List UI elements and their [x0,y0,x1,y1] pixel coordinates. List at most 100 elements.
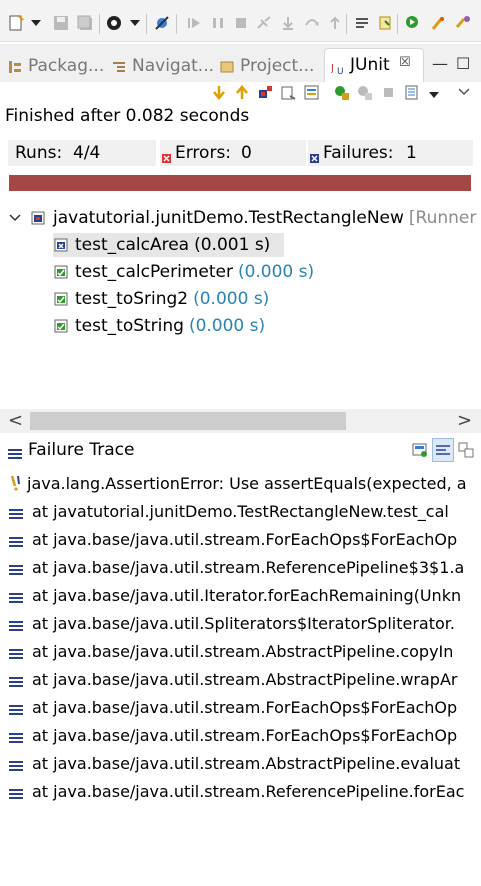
tab-project-explorer[interactable]: Project... [220,52,314,80]
test-passed-icon [53,291,69,307]
trace-line: at java.base/java.util.Iterator.forEachR… [32,585,462,605]
compare-result-icon[interactable] [412,442,429,463]
step-return-icon[interactable] [327,15,343,31]
stack-frame-icon [9,533,23,547]
drop-to-frame-icon[interactable] [354,15,370,31]
scrollbar-thumb[interactable] [30,412,346,430]
save-all-icon[interactable] [77,15,93,31]
rerun-test-icon[interactable] [333,84,350,101]
terminate-icon[interactable] [233,15,249,31]
previous-failure-icon[interactable] [234,84,251,101]
close-tab-icon[interactable]: ☒ [399,55,411,70]
test-time: (0.001 s) [194,235,271,255]
trace-row[interactable]: at javatutorial.junitDemo.TestRectangleN… [0,498,481,524]
runs-label: Runs: [15,143,63,163]
save-icon[interactable] [53,15,69,31]
stack-trace-icon [8,445,22,464]
external-tools-icon[interactable] [430,15,446,31]
step-over-icon[interactable] [304,15,320,31]
test-passed-icon [53,264,69,280]
new-icon[interactable] [8,15,24,31]
rerun-failures-first-icon[interactable] [356,84,373,101]
trace-row[interactable]: at java.base/java.util.stream.ReferenceP… [0,778,481,804]
trace-line: at java.base/java.util.stream.ForEachOps… [32,529,458,549]
tree-test-row[interactable]: test_toString (0.000 s) [53,314,265,338]
test-name: test_toSring2 [75,289,189,309]
test-run-history-icon[interactable] [403,84,420,101]
show-failures-only-icon[interactable] [257,84,274,101]
test-failed-icon [53,237,69,253]
step-into-icon[interactable] [280,15,296,31]
stack-frame-icon [9,757,23,771]
failure-trace-header: Failure Trace [0,438,481,464]
tree-test-row[interactable]: test_calcPerimeter (0.000 s) [53,260,314,284]
resume-icon[interactable] [186,15,202,31]
trace-row[interactable]: at java.base/java.util.stream.ReferenceP… [0,554,481,580]
copy-trace-icon[interactable] [458,442,475,463]
stack-frame-icon [9,589,23,603]
junit-icon: JU [330,60,345,79]
trace-line: at java.base/java.util.stream.ForEachOps… [32,725,458,745]
test-time: (0.000 s) [193,289,270,309]
chevron-down-icon[interactable] [9,208,21,228]
tab-package-explorer[interactable]: Packag... [8,52,104,80]
next-failure-icon[interactable] [211,84,228,101]
minimize-view-icon[interactable]: — [432,54,448,73]
suspend-icon[interactable] [210,15,226,31]
navigator-icon [112,59,126,73]
test-tree: javatutorial.junitDemo.TestRectangleNew … [0,204,481,404]
tab-junit[interactable]: JU JUnit ☒ [324,48,424,82]
svg-text:U: U [337,67,344,75]
stack-frame-icon [9,505,23,519]
tree-test-row[interactable]: test_calcArea (0.001 s) [53,233,285,257]
tab-label: Navigat... [132,56,215,76]
suite-runner: [Runner [408,208,477,228]
disconnect-icon[interactable] [256,15,272,31]
trace-row[interactable]: at java.base/java.util.Iterator.forEachR… [0,582,481,608]
scroll-left-icon[interactable]: < [8,410,23,431]
history-dropdown-icon[interactable] [429,92,439,98]
view-menu-icon[interactable] [456,84,473,101]
trace-row[interactable]: at java.base/java.util.stream.ForEachOps… [0,526,481,552]
tree-test-row[interactable]: test_toSring2 (0.000 s) [53,287,269,311]
stack-frame-icon [9,645,23,659]
trace-line: java.lang.AssertionError: Use assertEqua… [27,473,467,493]
toolbar-separator [146,14,147,34]
test-passed-icon [53,318,69,334]
trace-row[interactable]: at java.base/java.util.Spliterators$Iter… [0,610,481,636]
test-name: test_calcArea [75,235,190,255]
scroll-right-icon[interactable]: > [457,410,472,431]
maximize-view-icon[interactable]: ☐ [456,54,470,73]
test-name: test_calcPerimeter [75,262,233,282]
trace-row[interactable]: at java.base/java.util.stream.AbstractPi… [0,750,481,776]
debug-dropdown-icon[interactable] [130,20,140,26]
tab-navigator[interactable]: Navigat... [112,52,214,80]
trace-row[interactable]: at java.base/java.util.stream.AbstractPi… [0,638,481,664]
tree-suite-row[interactable]: javatutorial.junitDemo.TestRectangleNew … [9,206,476,230]
skip-breakpoints-icon[interactable] [154,15,170,31]
trace-row[interactable]: java.lang.AssertionError: Use assertEqua… [0,470,481,496]
search-icon[interactable] [455,15,471,31]
new-dropdown-icon[interactable] [31,20,41,26]
run-icon[interactable] [405,15,421,31]
test-name: test_toString [75,316,184,336]
view-tab-bar: Packag... Navigat... Project... JU JUnit… [0,44,481,82]
scroll-lock-icon[interactable] [280,84,297,101]
tab-label: Project... [240,56,315,76]
filter-stack-trace-icon[interactable] [432,438,454,462]
svg-text:J: J [331,63,334,74]
failures-label: Failures: [323,143,394,163]
trace-row[interactable]: at java.base/java.util.stream.AbstractPi… [0,666,481,692]
next-annotation-icon[interactable] [377,15,393,31]
tab-label: JUnit [350,55,390,75]
progress-fill [9,175,471,191]
horizontal-scrollbar[interactable]: < > [0,409,481,433]
trace-row[interactable]: at java.base/java.util.stream.ForEachOps… [0,722,481,748]
trace-row[interactable]: at java.base/java.util.stream.ForEachOps… [0,694,481,720]
run-status-text: Finished after 0.082 seconds [5,106,250,126]
stop-test-icon[interactable] [380,84,397,101]
errors-label: Errors: [175,143,232,163]
layout-icon[interactable] [303,84,320,101]
stack-frame-icon [9,729,23,743]
debug-icon[interactable] [106,15,122,31]
